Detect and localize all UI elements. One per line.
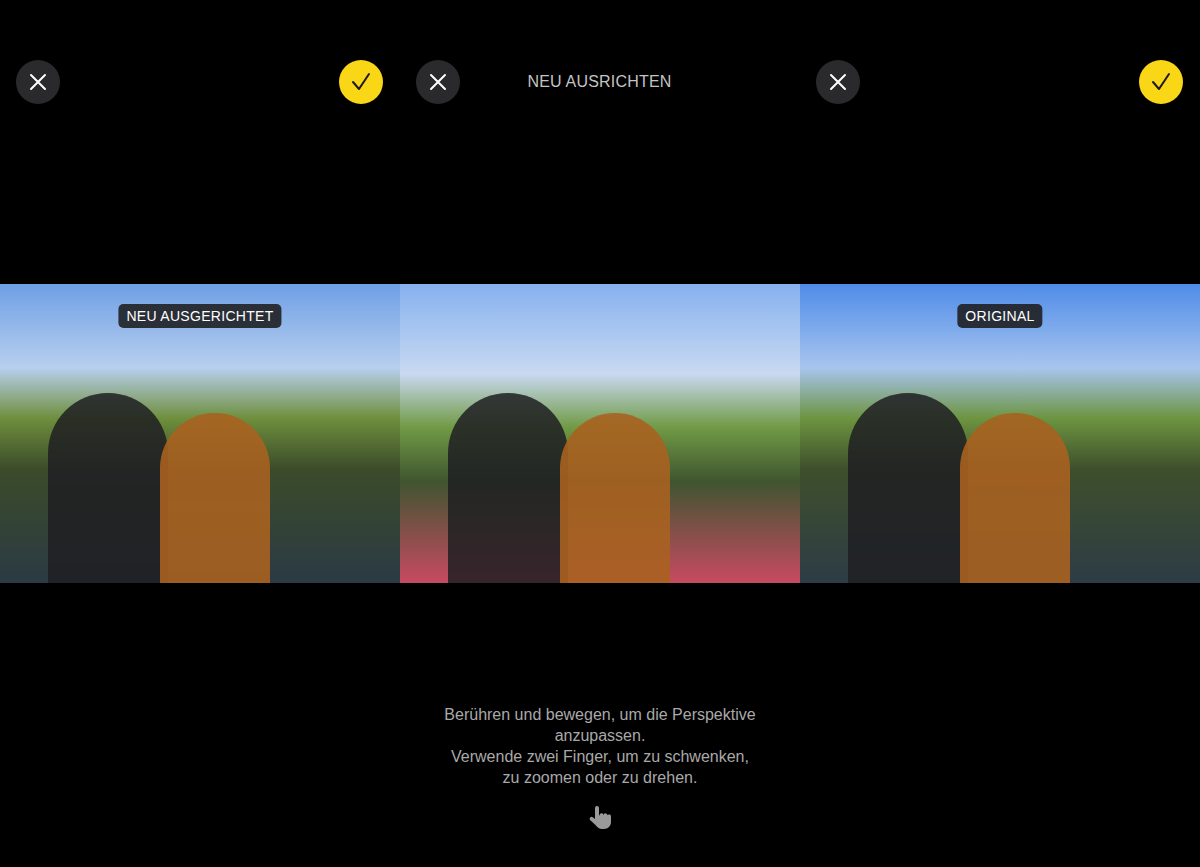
instruction-line: Verwende zwei Finger, um zu schwenken, (451, 746, 749, 767)
checkmark-icon (350, 71, 372, 93)
screen-title: NEU AUSRICHTEN (460, 73, 739, 91)
instruction-line: zu zoomen oder zu drehen. (503, 767, 698, 788)
instructions: Berühren und bewegen, um die Perspektive… (400, 704, 800, 830)
person-figure (560, 413, 670, 583)
panel: ORIGINAL (800, 0, 1200, 867)
person-figure (48, 393, 168, 583)
realign-screen: NEU AUSGERICHTET NEU AUSRICHTEN Berühren u… (0, 0, 1200, 867)
view-badge: NEU AUSGERICHTET (118, 304, 281, 328)
person-figure (848, 393, 968, 583)
panel: NEU AUSRICHTEN Berühren und bewegen, um d… (400, 0, 800, 867)
close-icon (429, 73, 447, 91)
photo: NEU AUSGERICHTET (0, 284, 400, 583)
photo: ORIGINAL (800, 284, 1200, 583)
confirm-button[interactable] (339, 60, 383, 104)
gesture-hint (587, 804, 613, 830)
cancel-button[interactable] (16, 60, 60, 104)
close-icon (29, 73, 47, 91)
view-badge: ORIGINAL (957, 304, 1042, 328)
confirm-button[interactable] (1139, 60, 1183, 104)
top-bar: NEU AUSRICHTEN (400, 0, 800, 104)
checkmark-icon (1150, 71, 1172, 93)
top-bar (800, 0, 1200, 104)
bar-spacer (739, 60, 783, 104)
top-bar (0, 0, 400, 104)
hand-pointer-icon (587, 804, 613, 830)
panel: NEU AUSGERICHTET (0, 0, 400, 867)
instruction-line: Berühren und bewegen, um die Perspektive (444, 704, 755, 725)
person-figure (960, 413, 1070, 583)
instruction-line: anzupassen. (555, 725, 646, 746)
close-icon (829, 73, 847, 91)
person-figure (160, 413, 270, 583)
cancel-button[interactable] (816, 60, 860, 104)
photo[interactable] (400, 284, 800, 583)
person-figure (448, 393, 568, 583)
cancel-button[interactable] (416, 60, 460, 104)
